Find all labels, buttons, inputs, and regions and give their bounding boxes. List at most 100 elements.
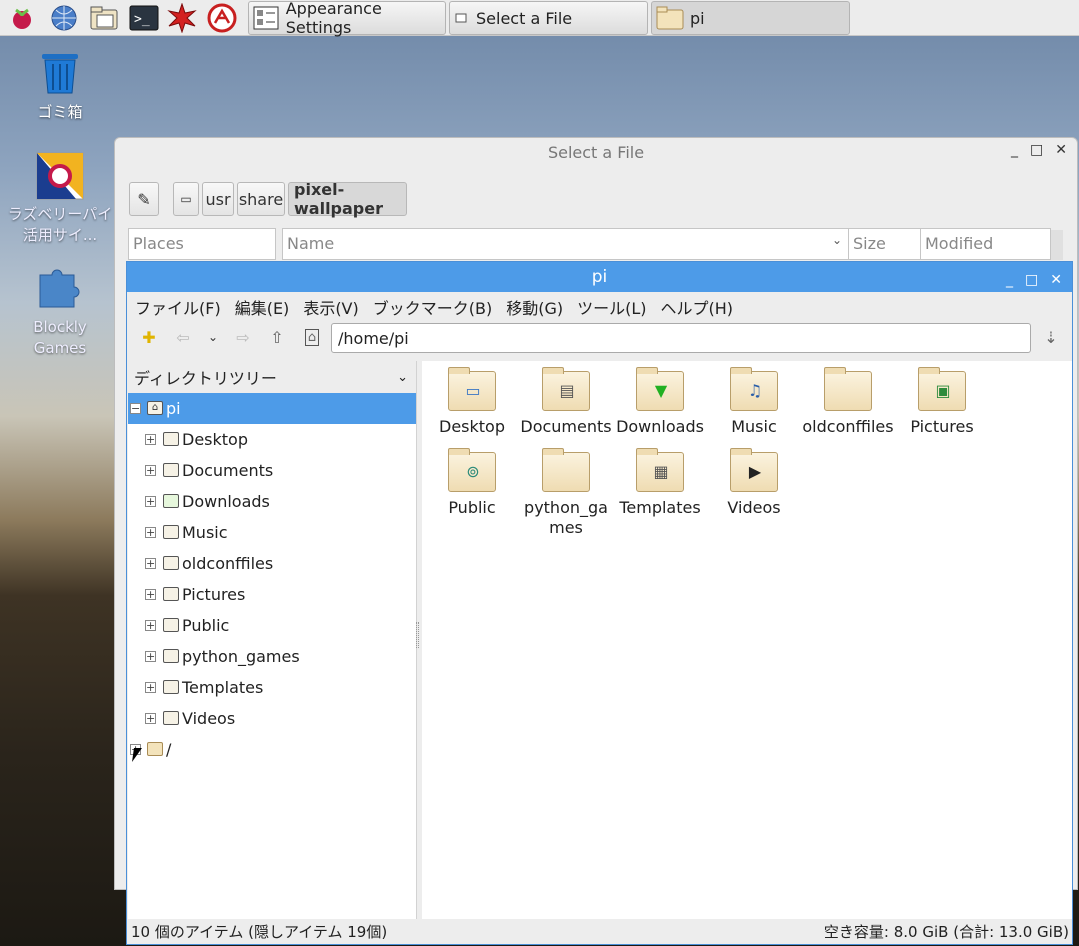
close-icon[interactable]: ✕ [1050,265,1062,295]
dialog-title: Select a File [547,143,645,162]
modified-column-header[interactable]: Modified [920,228,1051,260]
desktop-blockly[interactable]: Blockly Games [5,265,115,359]
tree-label: Music [182,523,228,542]
forward-button[interactable]: ⇨ [230,324,256,350]
expand-icon[interactable]: + [145,589,156,600]
file-item[interactable]: ⊚ Public [425,448,519,518]
tree-item-templates[interactable]: + Templates [128,672,416,703]
edit-path-button[interactable]: ✎ [129,182,159,216]
tree-item-pi[interactable]: − ⌂ pi [128,393,416,424]
documents-folder-icon: ▤ [542,367,590,411]
terminal-icon[interactable]: >_ [128,2,160,34]
task-pi[interactable]: pi [651,1,850,35]
tree-item-videos[interactable]: + Videos [128,703,416,734]
item-count-status: 10 個のアイテム (隠しアイテム 19個) [131,922,388,941]
tree-item-python-games[interactable]: + python_games [128,641,416,672]
menu-tools[interactable]: ツール(L) [577,295,646,319]
file-item[interactable]: oldconffiles [801,367,895,437]
menu-file[interactable]: ファイル(F) [135,295,221,319]
file-item[interactable]: ▤ Documents [519,367,613,437]
path-share[interactable]: share [237,182,285,216]
directory-tree-pane[interactable]: ディレクトリツリー ⌄ − ⌂ pi + Desktop + Documents… [128,361,417,920]
dialog-scrollbar[interactable] [1051,230,1063,260]
expand-icon[interactable]: + [145,558,156,569]
file-label: Pictures [910,417,974,436]
wolfram-icon[interactable] [206,2,238,34]
math-icon[interactable] [166,2,198,34]
videos-folder-icon [163,711,179,725]
desktop-raspi-site[interactable]: ラズベリーパイ活用サイ... [5,152,115,246]
tree-label: Videos [182,709,236,728]
tree-item-downloads[interactable]: + Downloads [128,486,416,517]
collapse-icon[interactable]: − [130,403,141,414]
tree-item-root[interactable]: + / [128,734,416,765]
file-item[interactable]: ▣ Pictures [895,367,989,437]
fm-window-controls: _ □ ✕ [1006,265,1062,295]
task-select-a-file[interactable]: Select a File [449,1,648,35]
minimize-icon[interactable]: _ [1011,142,1018,158]
home-button[interactable]: ⌂ [299,324,325,350]
expand-icon[interactable]: + [145,620,156,631]
go-button[interactable]: ⇣ [1038,324,1064,350]
history-dropdown-button[interactable]: ⌄ [200,324,226,350]
file-item[interactable]: python_games [519,448,613,538]
music-emblem-icon: ♫ [747,381,763,400]
maximize-icon[interactable]: □ [1030,142,1043,158]
desktop-trash[interactable]: ゴミ箱 [5,50,115,123]
back-button[interactable]: ⇦ [170,324,196,350]
name-column-label: Name [287,234,335,253]
tree-label: python_games [182,647,300,666]
file-item[interactable]: ▦ Templates [613,448,707,518]
tree-item-documents[interactable]: + Documents [128,455,416,486]
new-tab-button[interactable]: ✚ [136,324,162,350]
menu-view[interactable]: 表示(V) [303,295,358,319]
expand-icon[interactable]: + [145,496,156,507]
close-icon[interactable]: ✕ [1055,142,1067,158]
file-item[interactable]: ♫ Music [707,367,801,437]
file-item[interactable]: ▭ Desktop [425,367,519,437]
web-browser-icon[interactable] [48,2,80,34]
up-button[interactable]: ⇧ [264,324,290,350]
file-manager-window[interactable]: pi _ □ ✕ ファイル(F) 編集(E) 表示(V) ブックマーク(B) 移… [126,261,1073,945]
file-label: Downloads [616,417,704,436]
menu-help[interactable]: ヘルプ(H) [661,295,734,319]
expand-icon[interactable]: + [145,434,156,445]
fm-titlebar[interactable]: pi _ □ ✕ [127,262,1072,292]
templates-emblem-icon: ▦ [653,462,669,481]
maximize-icon[interactable]: □ [1025,265,1038,295]
task-appearance-settings[interactable]: Appearance Settings [248,0,446,37]
expand-icon[interactable]: + [145,527,156,538]
sidepane-mode-selector[interactable]: ディレクトリツリー ⌄ [128,361,416,393]
pane-splitter[interactable] [416,622,419,648]
folder-icon [163,649,179,663]
file-manager-icon[interactable] [88,2,120,34]
tree-item-pictures[interactable]: + Pictures [128,579,416,610]
minimize-icon[interactable]: _ [1006,265,1013,295]
disk-root-button[interactable]: ▭ [173,182,199,216]
raspberry-menu-icon[interactable] [6,2,38,34]
tree-item-public[interactable]: + Public [128,610,416,641]
tree-item-music[interactable]: + Music [128,517,416,548]
path-usr[interactable]: usr [202,182,234,216]
name-column-header[interactable]: Name ⌄ [282,228,849,260]
expand-icon[interactable]: + [145,651,156,662]
menu-edit[interactable]: 編集(E) [235,295,290,319]
expand-icon[interactable]: + [145,682,156,693]
tree-item-oldconffiles[interactable]: + oldconffiles [128,548,416,579]
menu-bookmarks[interactable]: ブックマーク(B) [373,295,492,319]
file-item[interactable]: ▼ Downloads [613,367,707,437]
file-item[interactable]: ▶ Videos [707,448,801,518]
forward-arrow-icon: ⇨ [236,327,250,347]
location-bar[interactable]: /home/pi [331,323,1031,353]
file-label: Desktop [439,417,505,436]
expand-icon[interactable]: + [145,465,156,476]
path-pixel-wallpaper[interactable]: pixel-wallpaper [288,180,407,218]
file-icon-view[interactable]: ▭ Desktop ▤ Documents ▼ Downloads ♫ Musi… [422,361,1072,920]
back-arrow-icon: ⇦ [176,327,190,347]
size-column-header[interactable]: Size [848,228,921,260]
public-folder-icon [163,618,179,632]
menu-go[interactable]: 移動(G) [506,295,563,319]
folder-icon [147,742,163,756]
expand-icon[interactable]: + [145,713,156,724]
tree-item-desktop[interactable]: + Desktop [128,424,416,455]
